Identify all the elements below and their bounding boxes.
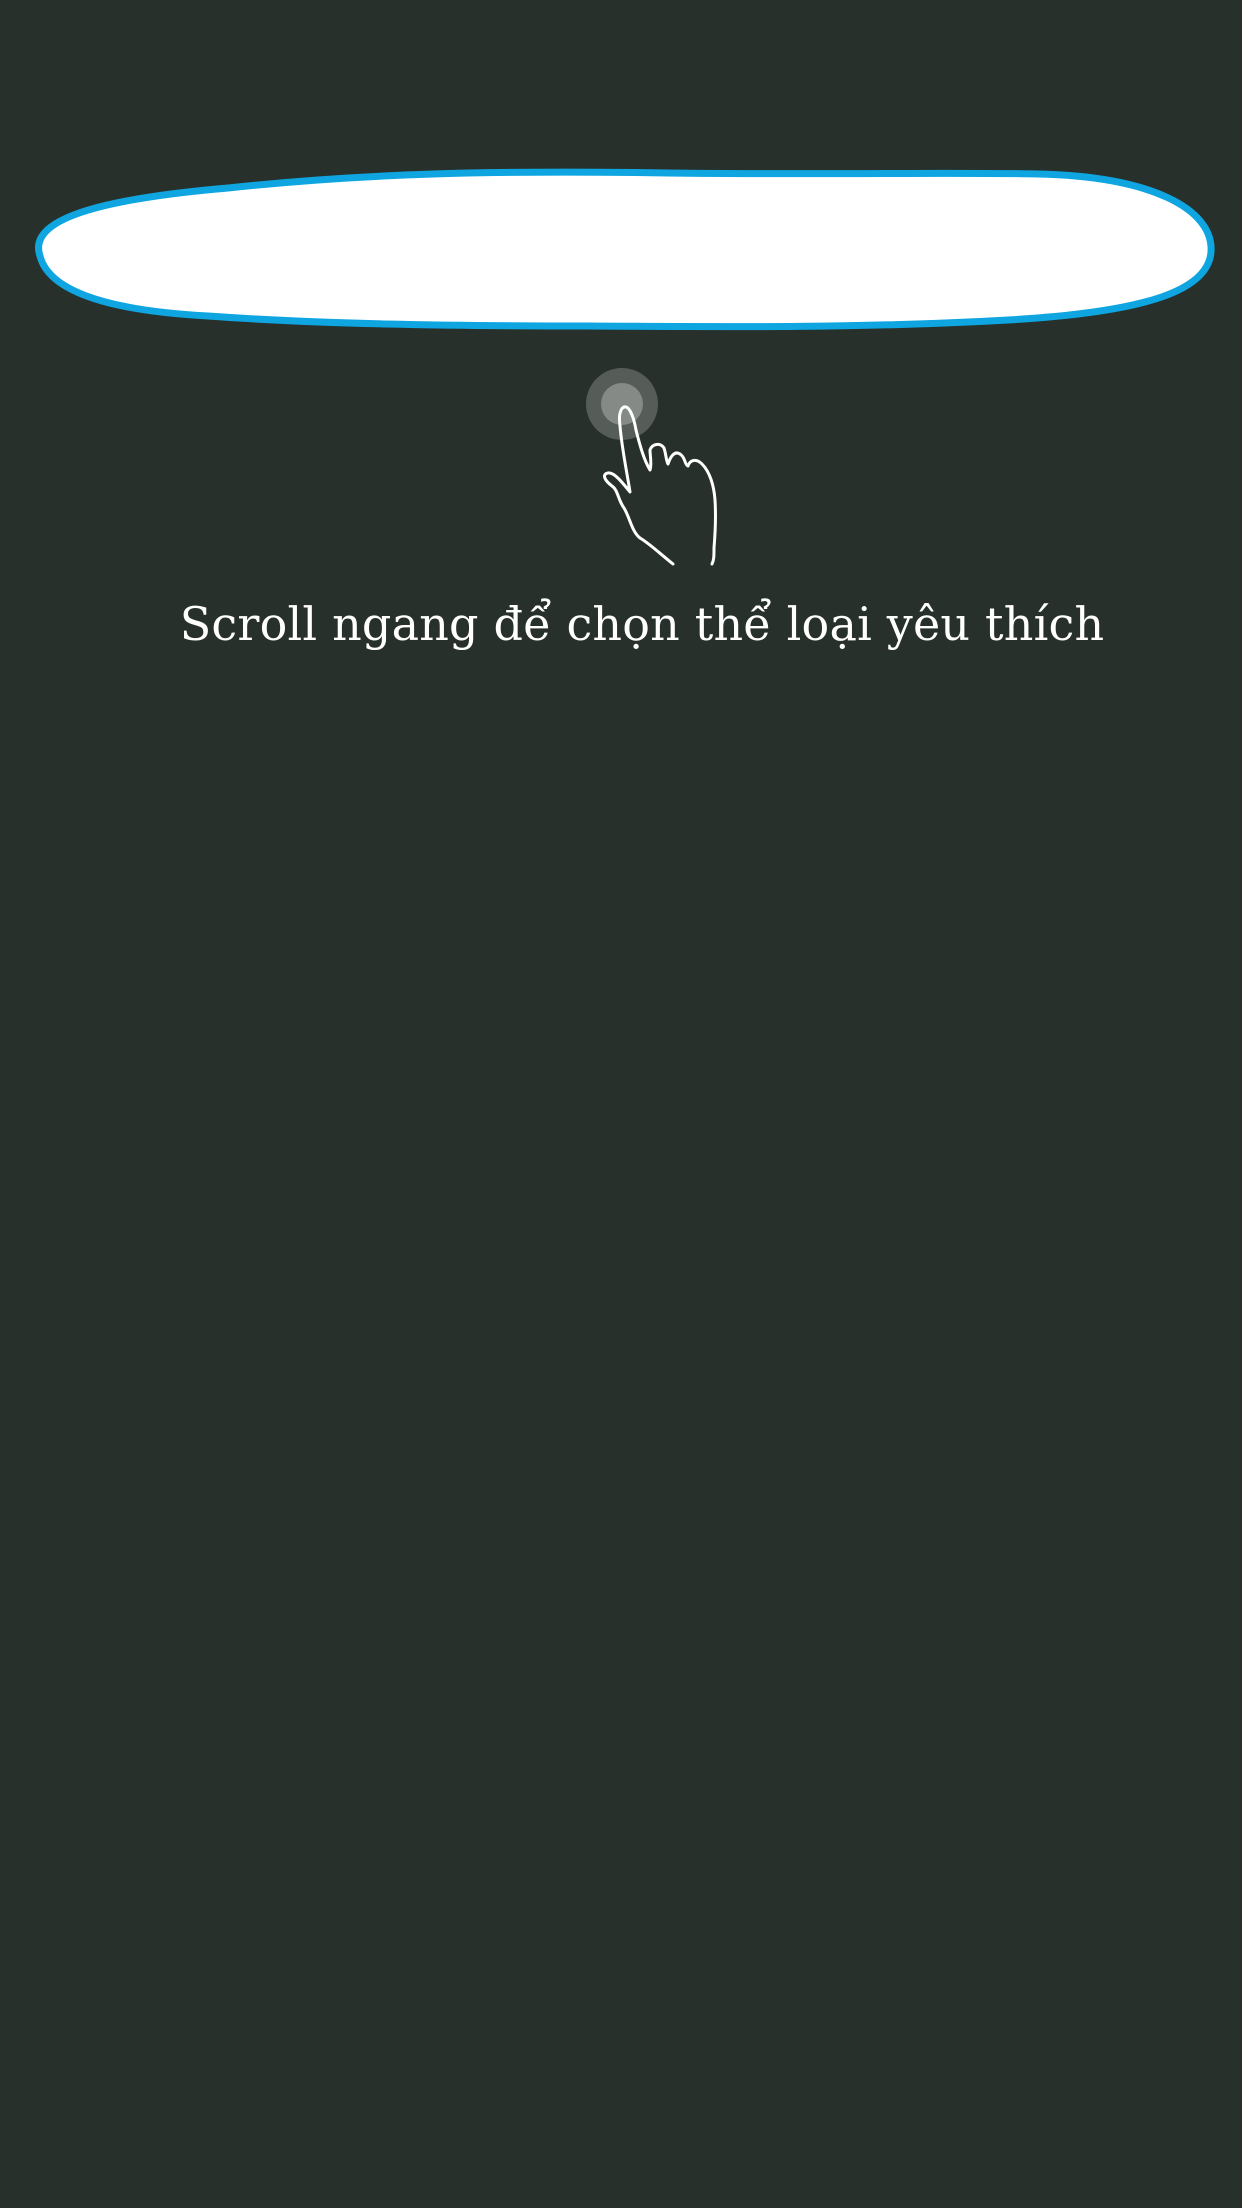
tap-hand-icon (586, 368, 717, 566)
highlight-outline (35, 168, 1215, 331)
onboarding-overlay[interactable]: Scroll ngang để chọn thể loại yêu thích (0, 0, 1242, 2208)
hand-outline-icon (603, 405, 717, 566)
tap-ripple-inner-icon (601, 383, 643, 425)
highlight-region (35, 168, 1215, 331)
hint-text: Scroll ngang để chọn thể loại yêu thích (179, 597, 1105, 651)
